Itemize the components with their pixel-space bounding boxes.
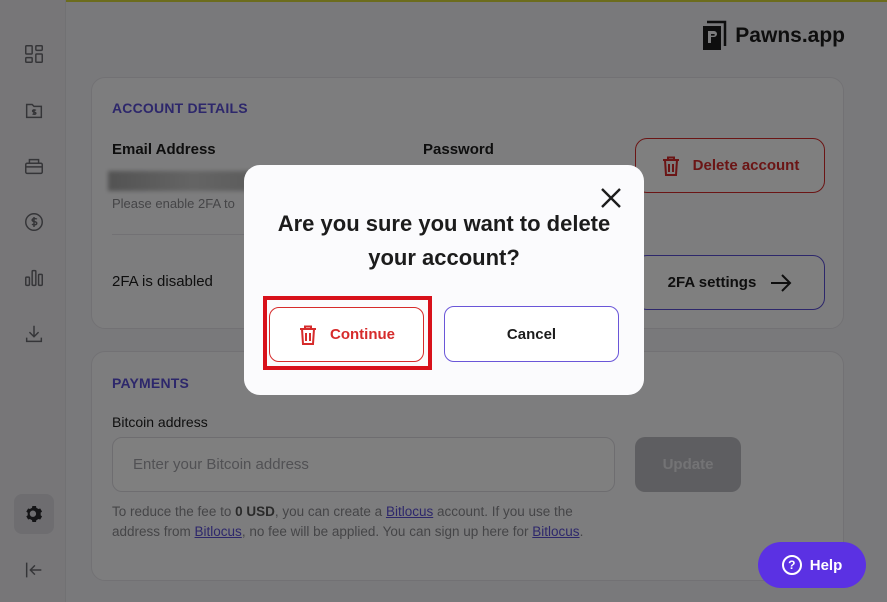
highlight-box bbox=[263, 296, 432, 370]
help-label: Help bbox=[809, 556, 843, 574]
help-button[interactable]: ? Help bbox=[758, 542, 866, 588]
cancel-button[interactable]: Cancel bbox=[444, 306, 619, 362]
dialog-title: Are you sure you want to delete your acc… bbox=[277, 211, 611, 270]
question-icon: ? bbox=[781, 555, 802, 575]
